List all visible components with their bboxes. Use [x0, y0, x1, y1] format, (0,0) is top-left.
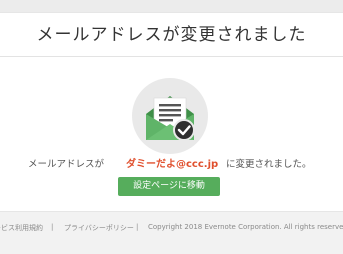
go-to-settings-button[interactable]: 設定ページに移動: [118, 177, 220, 196]
mail-check-icon: [132, 78, 208, 154]
change-message: メールアドレスが ダミーだよ@ccc.jp に変更されました。: [0, 156, 343, 172]
mail-check-svg: [146, 96, 195, 141]
new-email-address: ダミーだよ@ccc.jp: [126, 159, 219, 170]
letter-line: [159, 109, 181, 112]
footer-separator: |: [51, 223, 54, 231]
letter-line: [159, 104, 181, 107]
letter-line: [159, 119, 173, 122]
letter-line: [159, 114, 181, 117]
title-divider: [0, 56, 343, 57]
copyright-text: Copyright 2018 Evernote Corporation. All…: [148, 223, 343, 231]
terms-of-service-link[interactable]: ービス利用規約: [0, 223, 43, 233]
check-badge: [173, 119, 195, 141]
footer: ービス利用規約 | プライバシーポリシー | Copyright 2018 Ev…: [0, 220, 343, 234]
message-prefix: メールアドレスが: [28, 159, 105, 170]
page-title: メールアドレスが変更されました: [36, 25, 307, 45]
privacy-policy-link[interactable]: プライバシーポリシー: [64, 223, 134, 233]
message-suffix: に変更されました。: [226, 159, 312, 170]
footer-separator: |: [136, 223, 139, 231]
